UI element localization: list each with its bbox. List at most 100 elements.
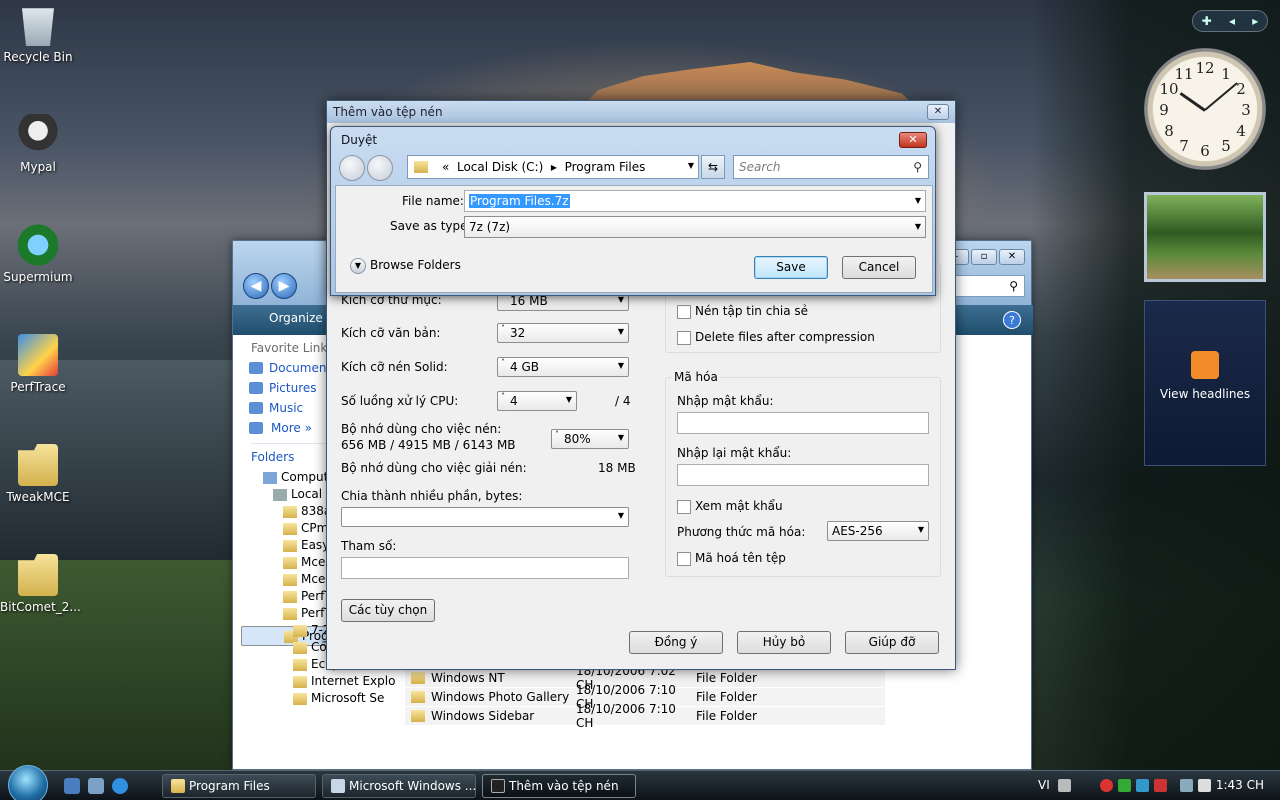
7zip-icon <box>491 779 505 793</box>
internet-explorer-icon[interactable] <box>112 778 128 794</box>
tree-item[interactable]: Internet Explo <box>241 674 411 688</box>
language-indicator[interactable]: VI <box>1038 778 1050 792</box>
volume-muted-icon[interactable] <box>1198 779 1211 792</box>
breadcrumb-program-files[interactable]: Program Files <box>565 160 646 174</box>
tree-item[interactable]: Microsoft Se <box>241 691 411 705</box>
file-name-input[interactable]: Program Files.7z <box>464 190 926 212</box>
clock-time[interactable]: 1:43 CH <box>1216 778 1264 792</box>
cpu-threads-select[interactable]: ˄ 4 <box>497 391 577 411</box>
decompression-memory-label: Bộ nhớ dùng cho việc giải nén: <box>341 461 527 475</box>
desktop-icon-bitcomet[interactable]: BitComet_2... <box>0 554 81 614</box>
delete-after-compression-checkbox[interactable]: Delete files after compression <box>677 330 875 345</box>
search-input[interactable]: Search ⚲ <box>733 155 929 179</box>
save-as-type-label: Save as type: <box>390 219 472 233</box>
parameters-input[interactable] <box>341 557 629 579</box>
close-button[interactable]: ✕ <box>899 132 927 148</box>
folder-icon <box>293 692 307 705</box>
error-icon[interactable] <box>1154 779 1167 792</box>
clock-number: 7 <box>1179 137 1189 155</box>
save-as-type-select[interactable]: 7z (7z) <box>464 216 926 238</box>
desktop-icon-mypal[interactable]: Mypal <box>0 114 76 174</box>
back-button[interactable] <box>339 155 365 181</box>
folder-icon <box>283 573 297 586</box>
slideshow-gadget[interactable] <box>1144 192 1266 282</box>
help-button[interactable]: Giúp đỡ <box>845 631 939 654</box>
clock-number: 8 <box>1164 122 1174 140</box>
help-icon[interactable]: ? <box>1003 311 1021 329</box>
mypal-icon <box>18 114 58 156</box>
encryption-method-select[interactable]: AES-256 <box>827 521 929 541</box>
breadcrumb-separator-icon[interactable]: ▸ <box>551 160 557 174</box>
switch-windows-icon[interactable] <box>88 778 104 794</box>
ok-button[interactable]: Đồng ý <box>629 631 723 654</box>
save-button[interactable]: Save <box>754 256 828 279</box>
address-bar[interactable]: « Local Disk (C:) ▸ Program Files <box>407 155 699 179</box>
encryption-group-title: Mã hóa <box>672 370 720 384</box>
close-button[interactable]: ✕ <box>927 104 949 120</box>
next-icon[interactable]: ▸ <box>1252 14 1258 28</box>
reenter-password-input[interactable] <box>677 464 929 486</box>
rss-icon <box>1191 351 1219 379</box>
refresh-button[interactable]: ⇆ <box>701 155 725 179</box>
clock-gadget[interactable]: 12 1 2 3 4 5 6 7 8 9 10 11 <box>1144 48 1266 170</box>
table-row[interactable]: Windows Sidebar 18/10/2006 7:10 CH File Fo… <box>405 702 885 730</box>
clock-number: 11 <box>1174 65 1194 83</box>
compression-memory-values: 656 MB / 4915 MB / 6143 MB <box>341 438 516 452</box>
cancel-button[interactable]: Hủy bỏ <box>737 631 831 654</box>
keyboard-icon[interactable] <box>1058 779 1071 792</box>
password-input[interactable] <box>677 412 929 434</box>
forward-button[interactable]: ▶ <box>271 273 297 299</box>
encrypt-file-names-checkbox[interactable]: Mã hoá tên tệp <box>677 551 786 566</box>
add-gadget-icon[interactable]: ✚ <box>1202 14 1212 28</box>
folder-icon <box>414 161 428 173</box>
show-password-checkbox[interactable]: Xem mật khẩu <box>677 499 783 514</box>
dialog-title-bar: Thêm vào tệp nén ✕ <box>327 101 955 123</box>
memory-percent-select[interactable]: ˄ 80% <box>551 429 629 449</box>
breadcrumb-local-disk[interactable]: Local Disk (C:) <box>457 160 543 174</box>
chevron-down-icon: ▼ <box>354 261 362 270</box>
safely-remove-icon[interactable] <box>1180 779 1193 792</box>
browse-folders-label[interactable]: Browse Folders <box>370 258 461 272</box>
solid-block-select[interactable]: ˄ 4 GB <box>497 357 629 377</box>
compress-shared-files-checkbox[interactable]: Nén tập tin chia sẻ <box>677 304 808 319</box>
hour-hand <box>1179 92 1206 112</box>
file-list: Windows NT 18/10/2006 7:02 CH File Folder … <box>405 664 885 730</box>
browse-folders-expander[interactable]: ▼ <box>350 258 366 274</box>
folder-icon <box>18 444 58 486</box>
word-size-label: Kích cỡ văn bản: <box>341 326 441 340</box>
forward-button[interactable] <box>367 155 393 181</box>
taskbar-item-add-to-archive[interactable]: Thêm vào tệp nén <box>482 774 636 798</box>
desktop-icon-supermium[interactable]: Supermium <box>0 224 76 284</box>
folder-icon <box>411 710 425 722</box>
organize-button[interactable]: Organize <box>269 311 323 325</box>
taskbar-item-program-files[interactable]: Program Files <box>162 774 316 798</box>
options-button[interactable]: Các tùy chọn <box>341 599 435 622</box>
back-button[interactable]: ◀ <box>243 273 269 299</box>
browse-dialog-title: Duyệt <box>341 133 378 147</box>
browse-save-dialog[interactable]: Duyệt ✕ « Local Disk (C:) ▸ Program File… <box>330 126 936 296</box>
close-button[interactable]: ✕ <box>999 249 1025 265</box>
folder-icon <box>293 675 307 688</box>
desktop-icon-recycle-bin[interactable]: Recycle Bin <box>0 4 76 64</box>
cancel-button[interactable]: Cancel <box>842 256 916 279</box>
desktop-icon-tweakmce[interactable]: TweakMCE <box>0 444 76 504</box>
network-icon[interactable] <box>1118 779 1131 792</box>
headlines-gadget[interactable]: View headlines <box>1144 300 1266 466</box>
view-headlines-label[interactable]: View headlines <box>1145 387 1265 401</box>
previous-icon[interactable]: ◂ <box>1229 14 1235 28</box>
word-size-select[interactable]: ˄ 32 <box>497 323 629 343</box>
desktop-icon-perftrace[interactable]: PerfTrace <box>0 334 76 394</box>
show-desktop-icon[interactable] <box>64 778 80 794</box>
window-icon <box>331 779 345 793</box>
monitor-icon[interactable] <box>1136 779 1149 792</box>
taskbar: Program Files Microsoft Windows ... Thêm… <box>0 765 1280 800</box>
start-button[interactable] <box>8 765 48 800</box>
zip-folder-icon <box>18 554 58 596</box>
split-volumes-combobox[interactable] <box>341 507 629 527</box>
clock-number: 1 <box>1221 65 1231 83</box>
password-label: Nhập mật khẩu: <box>677 394 774 408</box>
reenter-password-label: Nhập lại mật khẩu: <box>677 446 792 460</box>
maximize-button[interactable]: ▫ <box>971 249 997 265</box>
taskbar-item-microsoft-windows[interactable]: Microsoft Windows ... <box>322 774 476 798</box>
security-alert-icon[interactable] <box>1100 779 1113 792</box>
